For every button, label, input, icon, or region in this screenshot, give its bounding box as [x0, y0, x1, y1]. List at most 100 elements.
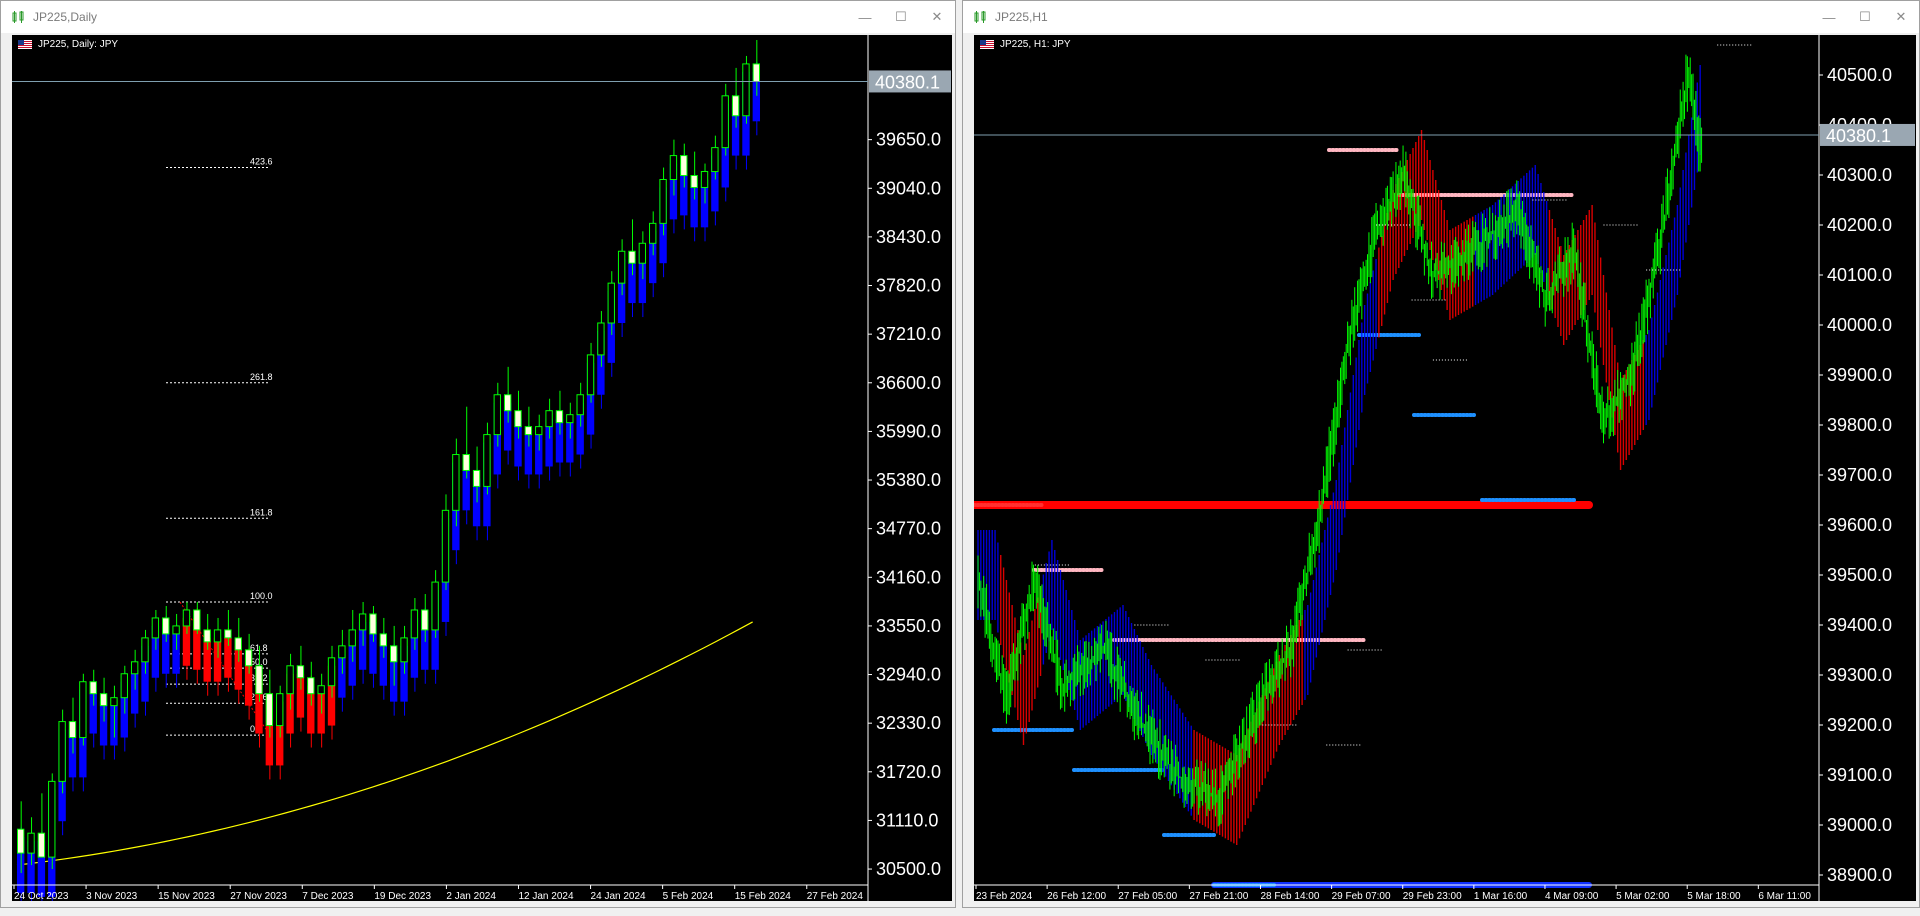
candle	[348, 629, 356, 647]
candle	[721, 95, 729, 149]
x-tick-label: 1 Mar 16:00	[1474, 891, 1528, 901]
candle	[182, 609, 191, 627]
candle	[503, 394, 512, 412]
close-button[interactable]: ✕	[919, 1, 955, 33]
chart-canvas[interactable]: 423.6261.8161.8100.061.850.038.223.60.03…	[12, 35, 952, 901]
symbol-text: JP225, Daily: JPY	[38, 39, 119, 50]
japan-flag-icon	[980, 40, 994, 49]
candle	[213, 629, 222, 643]
y-tick-label: 31110.0	[876, 810, 938, 830]
minimize-button[interactable]: —	[1811, 1, 1847, 33]
candle	[162, 617, 170, 635]
candle	[607, 282, 615, 324]
candle	[58, 721, 66, 782]
candle	[669, 155, 678, 181]
y-tick-label: 32330.0	[876, 713, 941, 733]
y-tick-label: 39040.0	[876, 178, 941, 198]
chart-canvas[interactable]: 40500.040400.040300.040200.040100.040000…	[974, 35, 1916, 901]
y-tick-label: 40000.0	[1827, 315, 1892, 335]
title-bar[interactable]: JP225,H1 — ☐ ✕	[963, 1, 1919, 33]
candle	[742, 63, 750, 117]
candle	[514, 410, 522, 428]
y-tick-label: 35990.0	[876, 421, 941, 441]
window-title: JP225,Daily	[33, 10, 98, 24]
hourly-price-chart[interactable]: 40500.040400.040300.040200.040100.040000…	[974, 35, 1916, 901]
y-tick-label: 40200.0	[1827, 215, 1892, 235]
maximize-button[interactable]: ☐	[883, 1, 919, 33]
candle	[234, 637, 242, 651]
y-tick-label: 32940.0	[876, 665, 941, 685]
y-tick-label: 39300.0	[1827, 665, 1892, 685]
maximize-button[interactable]: ☐	[1847, 1, 1883, 33]
candle	[649, 222, 657, 244]
candle	[317, 685, 325, 695]
candle	[120, 673, 128, 699]
candle	[151, 617, 160, 639]
x-tick-label: 24 Oct 2023	[14, 891, 69, 901]
y-tick-label: 39800.0	[1827, 415, 1892, 435]
chart-window-icon	[11, 9, 27, 25]
x-tick-label: 15 Nov 2023	[158, 891, 215, 901]
daily-price-chart[interactable]: 423.6261.8161.8100.061.850.038.223.60.03…	[12, 35, 952, 901]
fib-level-label: 261.8	[250, 372, 273, 382]
candle	[193, 609, 201, 631]
y-tick-label: 38900.0	[1827, 865, 1892, 885]
fib-level-label: 100.0	[250, 591, 273, 601]
y-tick-label: 38430.0	[876, 227, 941, 247]
x-tick-label: 24 Jan 2024	[591, 891, 646, 901]
candle	[410, 609, 419, 639]
y-tick-label: 39400.0	[1827, 615, 1892, 635]
candle	[576, 394, 584, 416]
y-tick-label: 39200.0	[1827, 715, 1892, 735]
chart-window-icon	[973, 9, 989, 25]
x-tick-label: 5 Mar 18:00	[1687, 891, 1741, 901]
candle	[545, 410, 553, 428]
symbol-label: JP225, Daily: JPY	[18, 39, 118, 50]
fib-level-label: 161.8	[250, 507, 273, 517]
y-tick-label: 40300.0	[1827, 165, 1892, 185]
y-tick-label: 39000.0	[1827, 815, 1892, 835]
y-tick-label: 39100.0	[1827, 765, 1892, 785]
close-button[interactable]: ✕	[1883, 1, 1919, 33]
candle	[358, 613, 367, 631]
x-tick-label: 27 Feb 05:00	[1118, 891, 1177, 901]
candle	[244, 649, 253, 667]
current-price-label: 40380.1	[1826, 126, 1891, 146]
x-tick-label: 27 Feb 21:00	[1189, 891, 1248, 901]
candle	[431, 581, 439, 631]
candle	[659, 179, 667, 224]
candle	[265, 693, 274, 727]
x-tick-label: 27 Nov 2023	[230, 891, 287, 901]
candle	[338, 645, 346, 659]
minimize-button[interactable]: —	[847, 1, 883, 33]
x-tick-label: 12 Jan 2024	[518, 891, 573, 901]
candle	[37, 832, 46, 858]
y-tick-label: 30500.0	[876, 859, 941, 879]
candle	[48, 780, 56, 858]
y-tick-label: 34770.0	[876, 519, 941, 539]
hourly-chart-window[interactable]: JP225,H1 — ☐ ✕ 40500.040400.040300.04020…	[962, 0, 1920, 908]
current-price-label: 40380.1	[875, 72, 940, 92]
y-tick-label: 39900.0	[1827, 365, 1892, 385]
candle	[79, 681, 87, 739]
candle	[68, 721, 77, 739]
daily-chart-window[interactable]: JP225,Daily — ☐ ✕ 423.6 261.8 161.8 100.0 61…	[0, 0, 956, 908]
x-tick-label: 5 Mar 02:00	[1616, 891, 1670, 901]
candle	[130, 661, 139, 675]
y-tick-label: 33550.0	[876, 616, 941, 636]
candle	[493, 394, 501, 436]
symbol-text: JP225, H1: JPY	[1000, 39, 1071, 50]
candle	[617, 250, 626, 284]
candle	[752, 63, 761, 82]
candle	[379, 633, 387, 647]
candle	[597, 322, 605, 356]
candle	[203, 629, 211, 643]
candle	[390, 645, 398, 663]
symbol-label: JP225, H1: JPY	[980, 39, 1071, 50]
candle	[17, 828, 25, 854]
y-tick-label: 40100.0	[1827, 265, 1892, 285]
candle	[89, 681, 97, 695]
title-bar[interactable]: JP225,Daily — ☐ ✕	[1, 1, 955, 33]
fib-level-label: 61.8	[250, 643, 268, 653]
candle	[369, 613, 377, 635]
